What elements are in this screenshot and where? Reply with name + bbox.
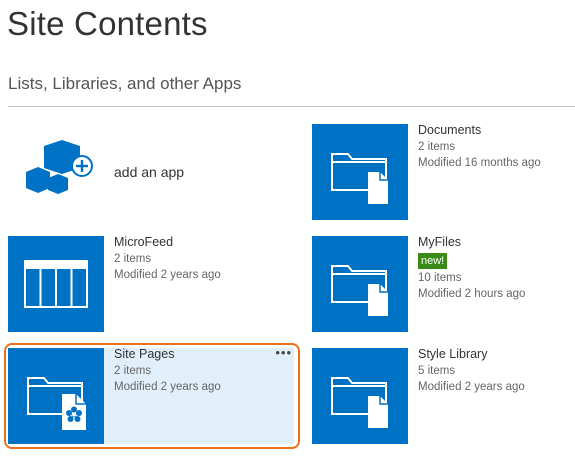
tile-name[interactable]: Documents xyxy=(418,122,575,139)
add-an-app-tile[interactable]: add an app xyxy=(8,124,288,220)
focus-outline xyxy=(4,343,300,449)
new-badge: new! xyxy=(418,253,448,269)
section-title: Lists, Libraries, and other Apps xyxy=(8,74,242,93)
tile-style-library[interactable]: Style Library 5 items Modified 2 years a… xyxy=(312,346,575,444)
page-title: Site Contents xyxy=(7,5,208,42)
tile-item-count: 10 items xyxy=(418,272,462,284)
tile-documents[interactable]: Documents 2 items Modified 16 months ago xyxy=(312,122,575,220)
tile-name[interactable]: MyFiles xyxy=(418,234,575,251)
tile-myfiles-thumb[interactable] xyxy=(312,236,408,332)
tile-modified: Modified 16 months ago xyxy=(418,157,541,169)
tile-myfiles[interactable]: MyFiles new! 10 items Modified 2 hours a… xyxy=(312,234,575,332)
tile-microfeed-thumb[interactable] xyxy=(8,236,104,332)
tile-modified: Modified 2 years ago xyxy=(418,381,525,393)
tile-style-library-info: Style Library 5 items Modified 2 years a… xyxy=(418,346,575,395)
tile-documents-thumb[interactable] xyxy=(312,124,408,220)
tile-myfiles-info: MyFiles new! 10 items Modified 2 hours a… xyxy=(418,234,575,302)
folder-document-icon xyxy=(331,265,388,316)
tile-modified: Modified 2 hours ago xyxy=(418,288,526,300)
tile-style-library-thumb[interactable] xyxy=(312,348,408,444)
add-an-app-label[interactable]: add an app xyxy=(114,164,184,180)
list-table-icon xyxy=(24,260,88,308)
add-app-icon xyxy=(26,140,93,194)
section-divider xyxy=(8,106,575,107)
tile-name[interactable]: Style Library xyxy=(418,346,575,363)
folder-document-icon xyxy=(331,377,388,428)
folder-document-icon xyxy=(331,153,388,204)
tile-documents-info: Documents 2 items Modified 16 months ago xyxy=(418,122,575,171)
tile-item-count: 5 items xyxy=(418,365,456,377)
tile-item-count: 2 items xyxy=(114,253,152,265)
tile-microfeed-info: MicroFeed 2 items Modified 2 years ago xyxy=(114,234,288,283)
tile-modified: Modified 2 years ago xyxy=(114,269,221,281)
tile-name[interactable]: MicroFeed xyxy=(114,234,288,251)
tile-item-count: 2 items xyxy=(418,141,456,153)
tile-microfeed[interactable]: MicroFeed 2 items Modified 2 years ago xyxy=(8,234,288,332)
